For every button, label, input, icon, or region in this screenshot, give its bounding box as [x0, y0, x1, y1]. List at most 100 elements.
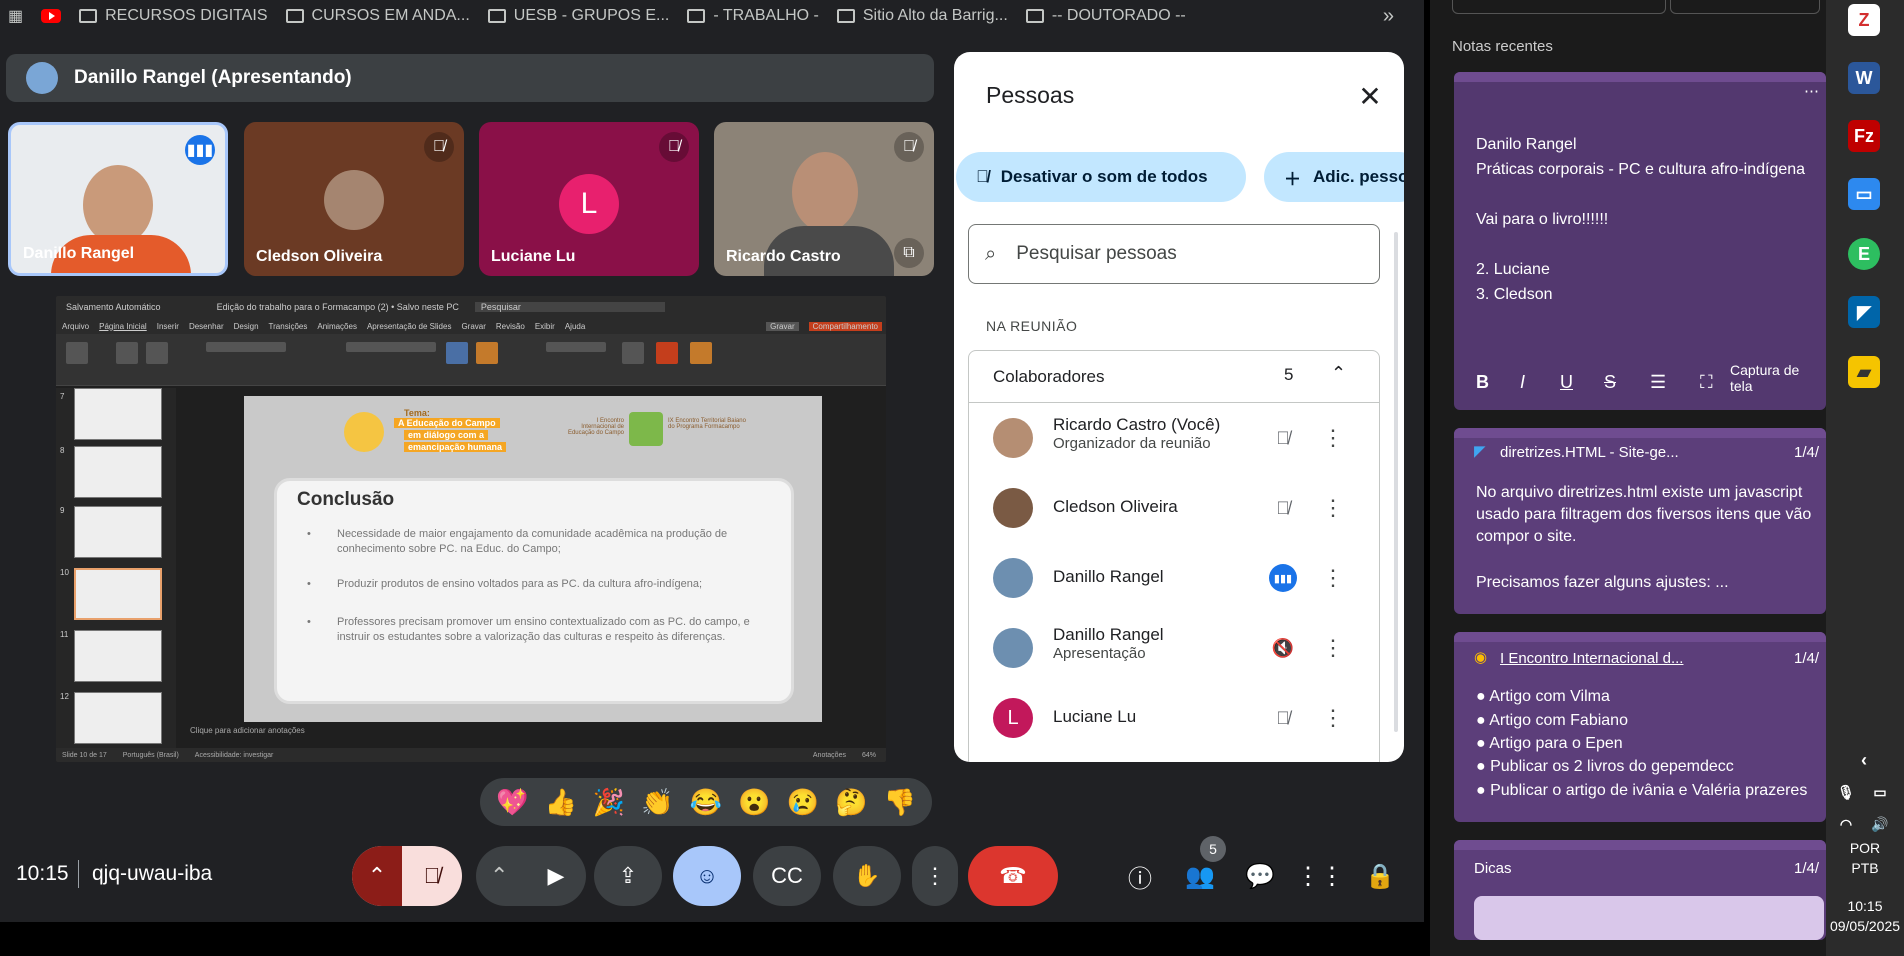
arrange-icon	[476, 342, 498, 364]
battery-icon[interactable]: ▭	[1864, 776, 1896, 808]
capture-button[interactable]: Captura de tela	[1730, 362, 1810, 394]
info-icon[interactable]: ⓘ	[1120, 856, 1160, 896]
vscode-icon[interactable]: ◤	[1848, 296, 1880, 328]
note-encontro[interactable]: ◉ I Encontro Internacional d... 1/4/ ● A…	[1454, 632, 1826, 822]
filezilla-z-icon[interactable]: Z	[1848, 4, 1880, 36]
reaction-laugh[interactable]: 😂	[690, 787, 722, 818]
clock-time[interactable]: 10:15	[1826, 898, 1904, 914]
more-vert-icon[interactable]: ⋮	[1322, 564, 1344, 592]
chevron-up-icon[interactable]: ⌃	[490, 863, 508, 889]
bookmarks-overflow-button[interactable]: »	[1383, 5, 1394, 28]
slide-thumbnail[interactable]	[74, 630, 162, 682]
add-people-button[interactable]: ＋ Adic. pessoas	[1264, 152, 1404, 202]
bookmark-doutorado[interactable]: -- DOUTORADO --	[1025, 7, 1186, 25]
bookmark-recursos[interactable]: RECURSOS DIGITAIS	[79, 7, 268, 25]
volume-off-icon[interactable]: 🔇	[1269, 634, 1297, 662]
section-label: NA REUNIÃO	[986, 318, 1078, 334]
camera-button[interactable]: ⌃ ▶︎	[476, 846, 586, 906]
meeting-code[interactable]: qjq-uwau-iba	[92, 862, 212, 886]
language-indicator[interactable]: POR	[1826, 840, 1904, 856]
slide-thumbnail[interactable]	[74, 506, 162, 558]
leave-call-button[interactable]: ☎	[968, 846, 1058, 906]
notes-search-box[interactable]	[1452, 0, 1666, 14]
chat-icon[interactable]: 💬	[1240, 856, 1280, 896]
reaction-heart[interactable]: 💖	[496, 787, 528, 818]
more-options-button[interactable]: ⋮	[912, 846, 958, 906]
note-danilo[interactable]: ⋯ Danilo Rangel Práticas corporais - PC …	[1454, 72, 1826, 410]
more-vert-icon[interactable]: ⋮	[1322, 634, 1344, 662]
present-button[interactable]: ⇪	[594, 846, 662, 906]
participant-row[interactable]: Danillo Rangel ▮▮▮ ⋮	[969, 543, 1379, 613]
more-vert-icon[interactable]: ⋮	[1322, 704, 1344, 732]
participant-row[interactable]: Ricardo Castro (Você) Organizador da reu…	[969, 403, 1379, 473]
mic-button[interactable]: ⌃ 🎙̸	[352, 846, 462, 906]
italic-icon[interactable]: I	[1520, 372, 1525, 393]
raise-hand-button[interactable]: ✋	[833, 846, 901, 906]
strikethrough-icon[interactable]: S	[1604, 372, 1616, 393]
more-vert-icon[interactable]: ⋮	[1322, 494, 1344, 522]
screenshot-icon[interactable]: ⛶	[1700, 372, 1713, 393]
bookmark-uesb[interactable]: UESB - GRUPOS E...	[487, 7, 669, 25]
tile-luciane[interactable]: L 🎙̸ Luciane Lu	[479, 122, 699, 276]
reaction-party[interactable]: 🎉	[593, 787, 625, 818]
more-vert-icon[interactable]: ⋮	[1322, 424, 1344, 452]
scrollbar[interactable]	[1394, 232, 1398, 732]
tile-danillo[interactable]: ▮▮▮ Danillo Rangel	[8, 122, 228, 276]
note-dicas[interactable]: Dicas 1/4/	[1454, 840, 1826, 940]
present-screen-icon: ⇪	[618, 863, 638, 888]
bookmark-trabalho[interactable]: - TRABALHO -	[687, 7, 819, 25]
filezilla-icon[interactable]: Fz	[1848, 120, 1880, 152]
chevron-left-icon[interactable]: ‹	[1848, 744, 1880, 776]
youtube-icon[interactable]	[41, 9, 62, 23]
person-add-icon: ＋	[1284, 169, 1301, 189]
slide-thumbnail-active[interactable]	[74, 568, 162, 620]
pip-icon[interactable]: ⧉	[894, 238, 924, 268]
wifi-icon[interactable]: ◠	[1830, 808, 1862, 840]
reaction-clap[interactable]: 👏	[641, 787, 673, 818]
search-people-input[interactable]: ⌕ Pesquisar pessoas	[968, 224, 1380, 284]
folder-icon	[836, 9, 855, 23]
evernote-icon[interactable]: E	[1848, 238, 1880, 270]
sticky-notes-icon[interactable]: ▰	[1848, 356, 1880, 388]
mic-icon[interactable]: 🎙	[1830, 776, 1862, 808]
participant-row[interactable]: L Luciane Lu 🎙̸ ⋮	[969, 683, 1379, 753]
slide-thumbnail[interactable]	[74, 388, 162, 440]
bold-icon[interactable]: B	[1476, 372, 1489, 393]
host-controls-icon[interactable]: 🔒	[1360, 856, 1400, 896]
word-icon[interactable]: W	[1848, 62, 1880, 94]
remote-desktop-icon[interactable]: ▭	[1848, 178, 1880, 210]
bullet-list-icon[interactable]: ☰	[1650, 372, 1666, 393]
mic-off-icon[interactable]: 🎙̸	[1269, 424, 1297, 452]
notes-settings-box[interactable]	[1670, 0, 1820, 14]
mic-off-icon[interactable]: 🎙̸	[1269, 704, 1297, 732]
mute-all-button[interactable]: 🎙̸ Desativar o som de todos	[956, 152, 1246, 202]
captions-button[interactable]: CC	[753, 846, 821, 906]
slide-thumbnail[interactable]	[74, 446, 162, 498]
tile-cledson[interactable]: 🎙̸ Cledson Oliveira	[244, 122, 464, 276]
mic-off-icon[interactable]: 🎙̸	[1269, 494, 1297, 522]
reaction-thumbs-down[interactable]: 👎	[884, 787, 916, 818]
collaborators-group: Colaboradores 5 ⌃ Ricardo Castro (Você) …	[968, 350, 1380, 762]
reaction-thinking[interactable]: 🤔	[835, 787, 867, 818]
reaction-thumbs-up[interactable]: 👍	[544, 787, 576, 818]
tile-ricardo[interactable]: 🎙̸ ⧉ Ricardo Castro	[714, 122, 934, 276]
participant-row[interactable]: Cledson Oliveira 🎙̸ ⋮	[969, 473, 1379, 543]
note-diretrizes[interactable]: ◤ diretrizes.HTML - Site-ge... 1/4/ No a…	[1454, 428, 1826, 614]
collaborators-header[interactable]: Colaboradores 5 ⌃	[969, 351, 1379, 403]
reaction-surprised[interactable]: 😮	[738, 787, 770, 818]
participant-row[interactable]: Danillo Rangel Apresentação 🔇 ⋮	[969, 613, 1379, 683]
bookmark-sitio[interactable]: Sitio Alto da Barrig...	[836, 7, 1008, 25]
people-icon[interactable]: 👥	[1180, 856, 1220, 896]
apps-grid-icon[interactable]: ▦	[8, 6, 23, 26]
volume-icon[interactable]: 🔊	[1864, 808, 1896, 840]
hang-up-icon: ☎	[999, 863, 1027, 888]
activities-icon[interactable]: ⋮⋮	[1296, 856, 1344, 896]
slide-thumbnail[interactable]	[74, 692, 162, 744]
clock-date[interactable]: 09/05/2025	[1826, 918, 1904, 934]
bookmark-cursos[interactable]: CURSOS EM ANDA...	[285, 7, 470, 25]
note-menu-icon[interactable]: ⋯	[1804, 82, 1819, 100]
emoji-button[interactable]: ☺	[673, 846, 741, 906]
underline-icon[interactable]: U	[1560, 372, 1573, 393]
close-icon[interactable]: ✕	[1352, 78, 1388, 114]
reaction-sad[interactable]: 😢	[787, 787, 819, 818]
